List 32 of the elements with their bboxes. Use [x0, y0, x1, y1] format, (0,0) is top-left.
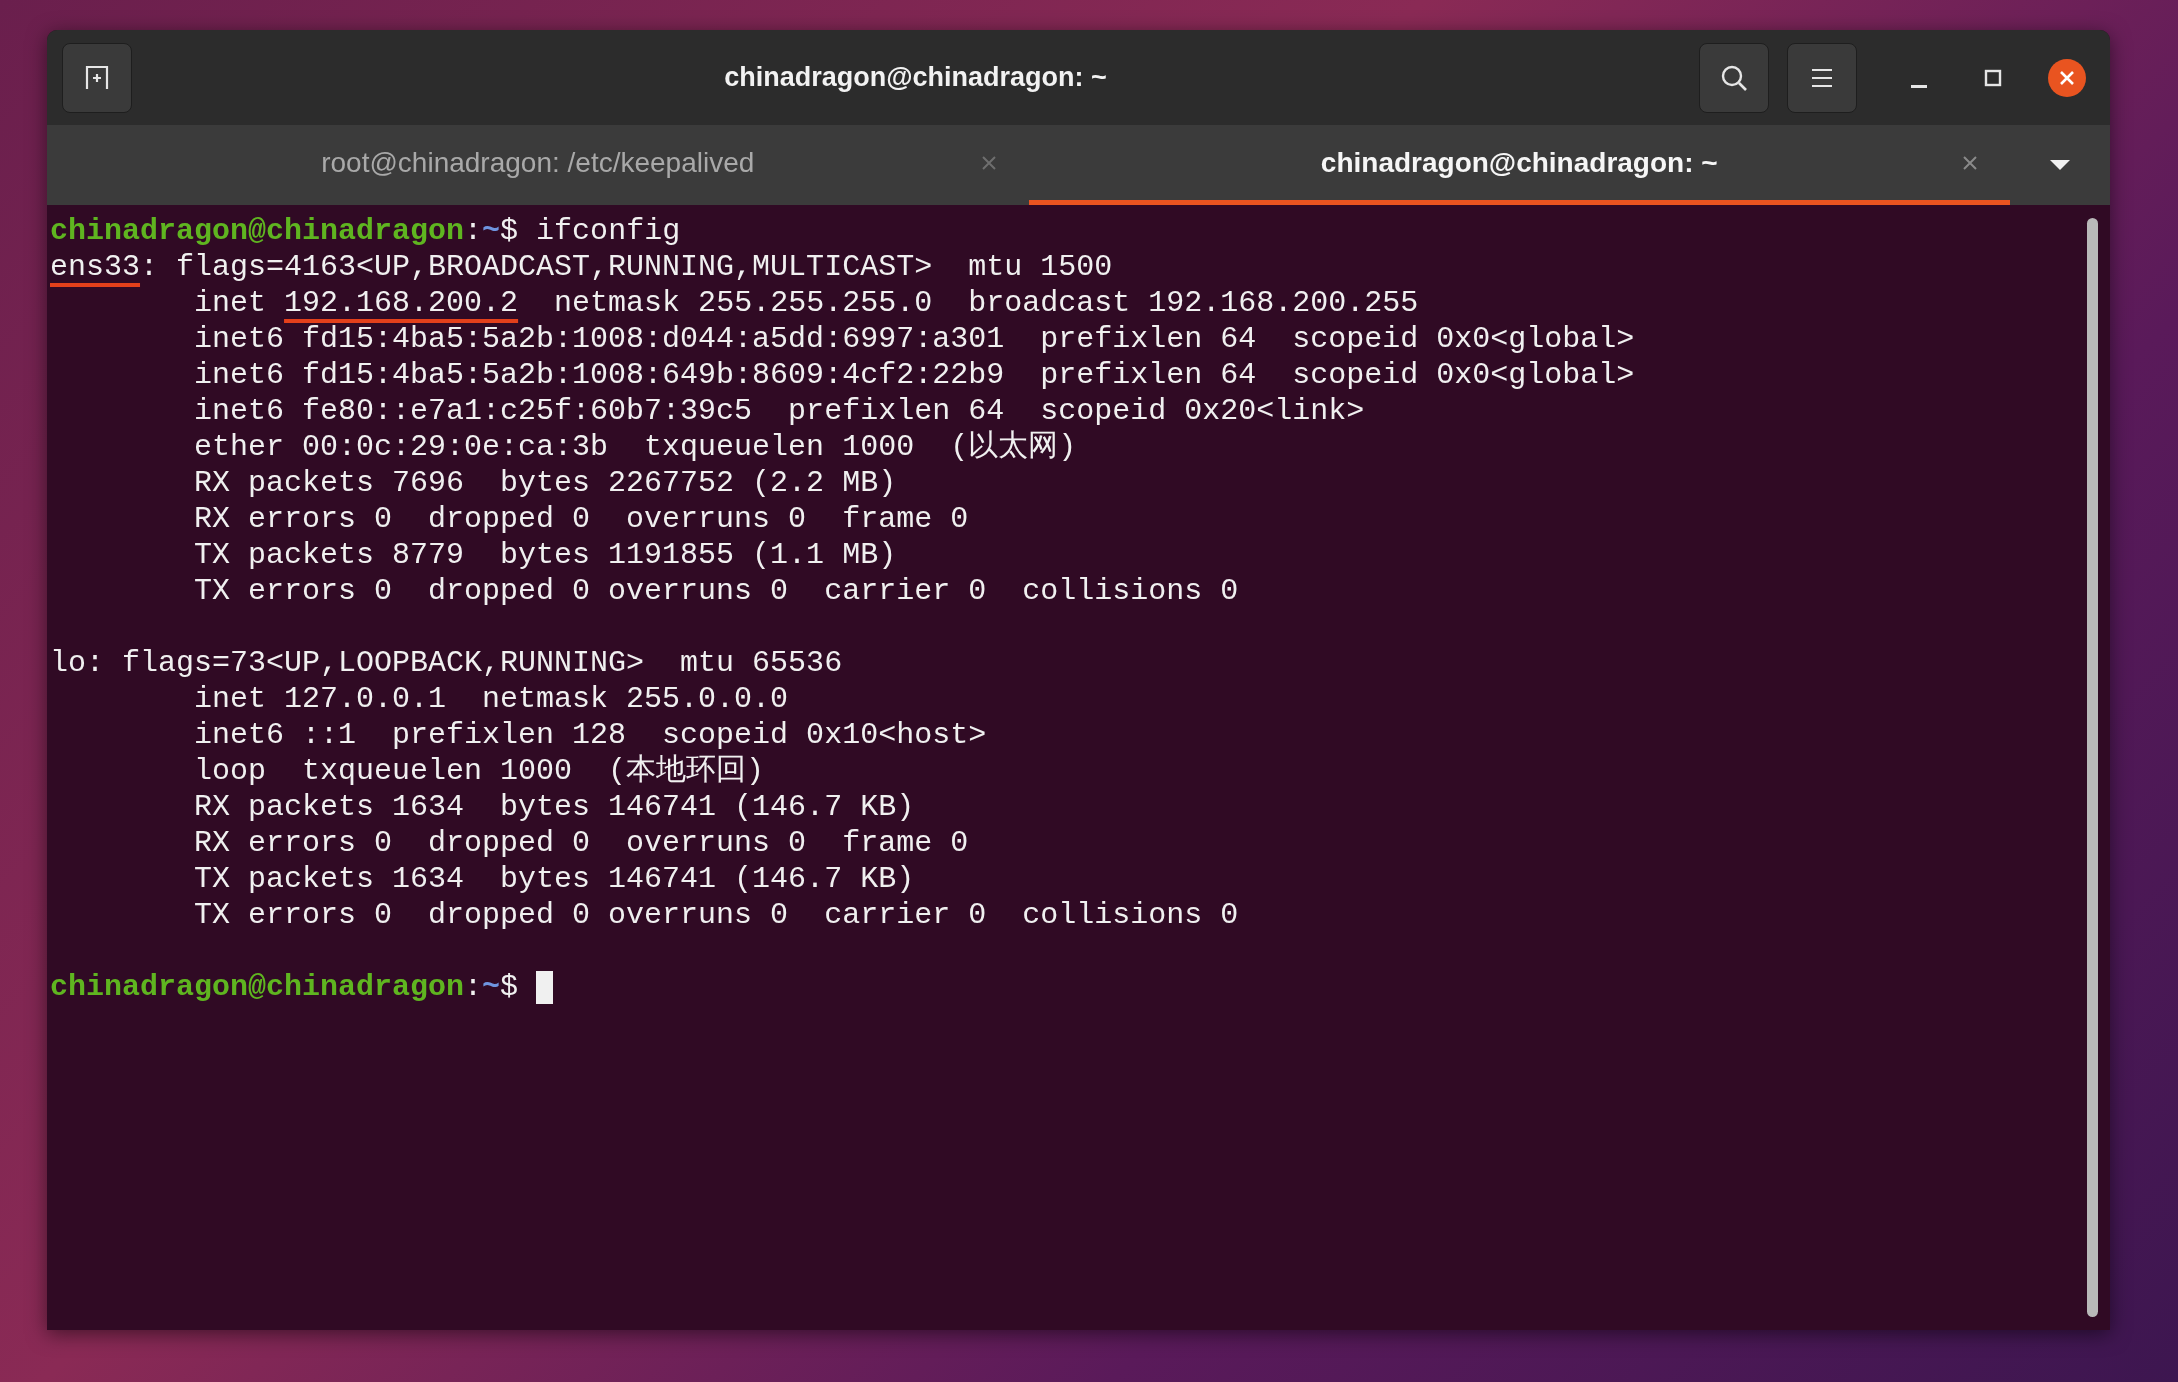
output-line: RX errors 0 dropped 0 overruns 0 frame 0: [193, 501, 969, 537]
output-line: inet6 fd15:4ba5:5a2b:1008:d044:a5dd:6997:a301 prefixlen 64 scopeid 0x0<global>: [193, 321, 1635, 357]
search-button[interactable]: [1699, 42, 1769, 113]
output-line: inet6 ::1 prefixlen 128 scopeid 0x10<host>: [193, 717, 987, 753]
output-line: inet 127.0.0.1 netmask 255.0.0.0: [193, 681, 789, 717]
output-line: TX packets 1634 bytes 146741 (146.7 KB): [193, 861, 915, 897]
new-tab-button[interactable]: [62, 42, 132, 113]
menu-icon: [1809, 66, 1835, 89]
output-line: RX errors 0 dropped 0 overruns 0 frame 0: [193, 825, 969, 861]
scrollbar[interactable]: [2087, 218, 2098, 1317]
output-line: RX packets 7696 bytes 2267752 (2.2 MB): [193, 465, 897, 501]
minimize-icon: [1911, 85, 1927, 88]
output-line: ether 00:0c:29:0e:ca:3b txqueuelen 1000 (以太网): [193, 429, 1077, 465]
prompt-line: chinadragon@chinadragon:~$ ifconfig: [50, 213, 681, 249]
output-line: inet6 fe80::e7a1:c25f:60b7:39c5 prefixlen 64 scopeid 0x20<link>: [193, 393, 1365, 429]
window-title: chinadragon@chinadragon: ~: [723, 61, 1108, 95]
output-line: TX errors 0 dropped 0 overruns 0 carrier 0 collisions 0: [193, 897, 1239, 933]
output-line: TX errors 0 dropped 0 overruns 0 carrier 0 collisions 0: [193, 573, 1239, 609]
output-line: lo: flags=73<UP,LOOPBACK,RUNNING> mtu 65536: [50, 645, 843, 681]
tab[interactable]: root@chinadragon: /etc/keepalived: [47, 125, 1029, 205]
output-line: TX packets 8779 bytes 1191855 (1.1 MB): [193, 537, 897, 573]
output-line: ens33: flags=4163<UP,BROADCAST,RUNNING,MULTICAST> mtu 1500: [50, 249, 1113, 285]
tab[interactable]: chinadragon@chinadragon: ~: [1028, 125, 2010, 205]
output-line: loop txqueuelen 1000 (本地环回): [193, 753, 765, 789]
prompt-line: chinadragon@chinadragon:~$: [50, 969, 520, 1005]
dropdown-arrow-icon[interactable]: [2049, 159, 2071, 171]
output-line: inet6 fd15:4ba5:5a2b:1008:649b:8609:4cf2:22b9 prefixlen 64 scopeid 0x0<global>: [193, 357, 1635, 393]
menu-button[interactable]: [1787, 42, 1857, 113]
close-icon: [2058, 68, 2076, 87]
output-line: RX packets 1634 bytes 146741 (146.7 KB): [193, 789, 915, 825]
maximize-icon: [1984, 68, 2002, 87]
output-line: inet 192.168.200.2 netmask 255.255.255.0 broadcast 192.168.200.255: [193, 285, 1419, 321]
